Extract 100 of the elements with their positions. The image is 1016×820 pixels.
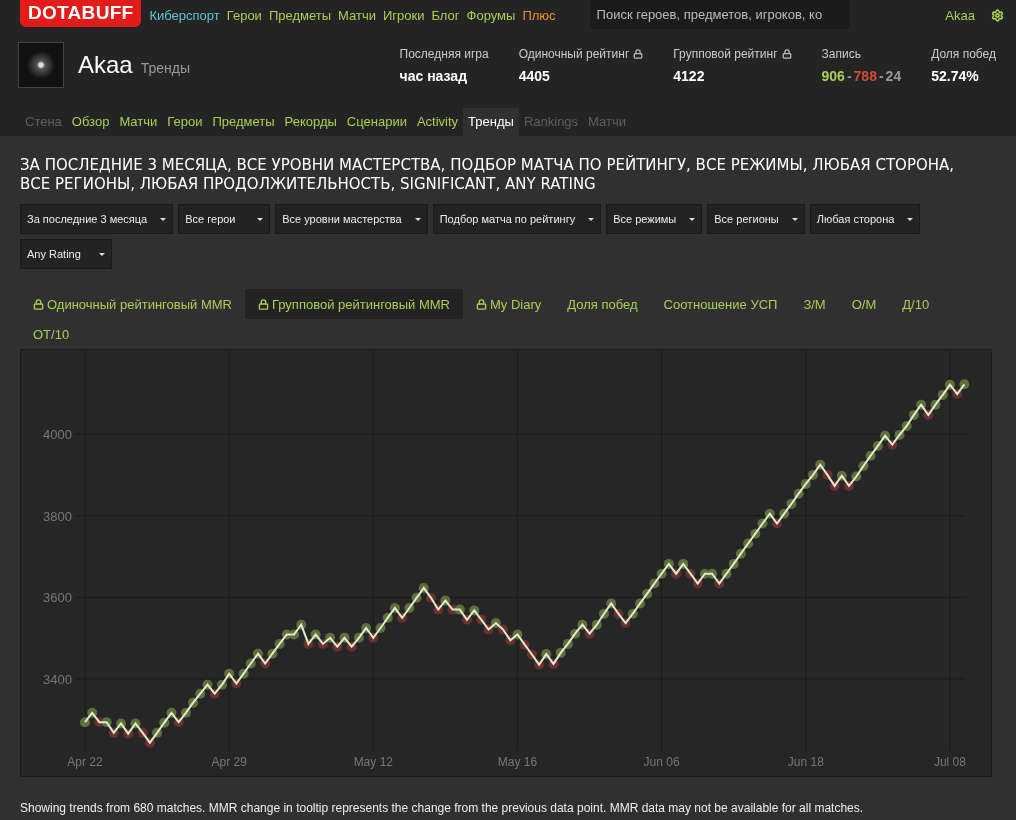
profile-tab[interactable]: Тренды bbox=[463, 108, 519, 136]
caret-icon bbox=[689, 217, 696, 221]
data-point bbox=[599, 608, 609, 619]
search-field[interactable]: Поиск героев, предметов, игроков, ко bbox=[589, 0, 850, 29]
filter-dropdown[interactable]: Все регионы bbox=[707, 204, 805, 234]
data-point bbox=[361, 622, 372, 633]
data-point bbox=[512, 629, 523, 640]
metric-tab[interactable]: Групповой рейтинговый MMR bbox=[244, 289, 463, 319]
data-point bbox=[750, 528, 761, 539]
metric-tab[interactable]: Одиночный рейтинговый MMR bbox=[20, 289, 245, 319]
data-point bbox=[224, 668, 235, 679]
y-axis-label: 3600 bbox=[43, 590, 72, 606]
data-point bbox=[267, 648, 278, 659]
data-point bbox=[490, 618, 501, 629]
data-point bbox=[87, 707, 98, 718]
data-point bbox=[822, 469, 833, 480]
filter-dropdown[interactable]: Все уровни мастерства bbox=[275, 204, 428, 234]
data-point bbox=[137, 727, 148, 738]
metric-tab[interactable]: My Diary bbox=[463, 289, 555, 319]
data-point bbox=[123, 728, 134, 739]
data-point bbox=[959, 379, 970, 390]
data-point bbox=[116, 718, 127, 729]
data-point bbox=[159, 717, 170, 728]
nav-link[interactable]: Предметы bbox=[268, 7, 331, 23]
data-point bbox=[166, 707, 177, 718]
abandons-count: 24 bbox=[885, 67, 902, 84]
data-point bbox=[678, 558, 689, 569]
data-point bbox=[692, 578, 703, 589]
data-point bbox=[793, 488, 804, 499]
data-point bbox=[707, 568, 718, 579]
data-point bbox=[771, 518, 782, 529]
data-point bbox=[476, 614, 487, 625]
data-point bbox=[426, 592, 436, 603]
nav-link[interactable]: Плюс bbox=[522, 7, 556, 23]
metric-tab[interactable]: Доля побед bbox=[554, 289, 651, 319]
data-point bbox=[606, 598, 617, 609]
data-point bbox=[858, 460, 869, 471]
data-point bbox=[815, 459, 826, 470]
profile-tab[interactable]: Герои bbox=[162, 108, 208, 136]
data-point bbox=[591, 619, 602, 630]
data-point bbox=[353, 632, 364, 643]
data-point bbox=[635, 598, 645, 609]
data-point bbox=[555, 647, 566, 658]
profile-tab[interactable]: Обзор bbox=[66, 108, 115, 136]
data-point bbox=[613, 608, 624, 619]
data-point bbox=[944, 379, 955, 390]
metric-tab[interactable]: Соотношение УСП bbox=[650, 289, 791, 319]
metric-tab[interactable]: З/М bbox=[790, 289, 839, 319]
stat-label: Доля побед bbox=[931, 46, 996, 61]
filter-dropdown[interactable]: Все режимы bbox=[606, 204, 703, 234]
nav-link[interactable]: Форумы bbox=[466, 7, 516, 23]
metric-tab[interactable]: О/М bbox=[838, 289, 890, 319]
data-point bbox=[894, 429, 905, 440]
data-point bbox=[433, 604, 444, 615]
metric-tab[interactable]: Д/10 bbox=[889, 289, 943, 319]
caret-icon bbox=[588, 217, 595, 221]
player-name: Akaa bbox=[78, 51, 133, 79]
nav-link[interactable]: Герои bbox=[226, 7, 262, 23]
filter-dropdown[interactable]: Любая сторона bbox=[809, 204, 921, 234]
nav-link[interactable]: Матчи bbox=[338, 7, 376, 23]
data-point bbox=[937, 389, 948, 400]
profile-tab[interactable]: Предметы bbox=[207, 108, 280, 136]
data-point bbox=[469, 605, 480, 616]
nav-link[interactable]: Киберспорт bbox=[149, 7, 220, 23]
user-link[interactable]: Akaa bbox=[945, 7, 975, 23]
data-point bbox=[880, 430, 891, 441]
metric-tab[interactable]: ОТ/10 bbox=[20, 319, 83, 349]
page-subtitle: Тренды bbox=[140, 60, 190, 76]
stat-label: Запись bbox=[821, 46, 861, 61]
filter-dropdown[interactable]: Any Rating bbox=[20, 239, 112, 269]
x-axis-label: Jul 08 bbox=[933, 755, 966, 769]
profile-tab[interactable]: Матчи bbox=[114, 108, 163, 136]
data-point bbox=[663, 558, 674, 569]
data-point bbox=[382, 612, 393, 623]
profile-tab[interactable]: Activity bbox=[411, 108, 464, 136]
data-point bbox=[779, 508, 790, 519]
data-point bbox=[339, 632, 350, 643]
data-point bbox=[296, 619, 307, 630]
data-point bbox=[548, 658, 559, 669]
data-point bbox=[310, 629, 321, 640]
avatar-image bbox=[18, 42, 64, 88]
nav-link[interactable]: Игроки bbox=[382, 7, 425, 23]
data-point bbox=[209, 688, 220, 699]
caret-icon bbox=[414, 217, 421, 221]
logo[interactable]: DOTABUFF bbox=[20, 0, 142, 27]
settings-icon[interactable] bbox=[991, 8, 1004, 22]
data-point bbox=[916, 399, 927, 410]
nav-link[interactable]: Блог bbox=[431, 7, 460, 23]
data-point bbox=[332, 641, 343, 652]
data-point bbox=[627, 608, 638, 619]
data-point bbox=[757, 518, 768, 529]
caret-icon bbox=[99, 252, 105, 256]
filter-dropdown[interactable]: Все герои bbox=[178, 204, 271, 234]
data-point bbox=[216, 679, 227, 690]
filter-dropdown[interactable]: Подбор матча по рейтингу bbox=[432, 204, 602, 234]
data-point bbox=[505, 635, 516, 646]
data-point bbox=[483, 624, 494, 635]
profile-tab[interactable]: Рекорды bbox=[279, 108, 342, 136]
filter-dropdown[interactable]: За последние 3 месяца bbox=[20, 204, 174, 234]
profile-tab[interactable]: Сценарии bbox=[341, 108, 412, 136]
